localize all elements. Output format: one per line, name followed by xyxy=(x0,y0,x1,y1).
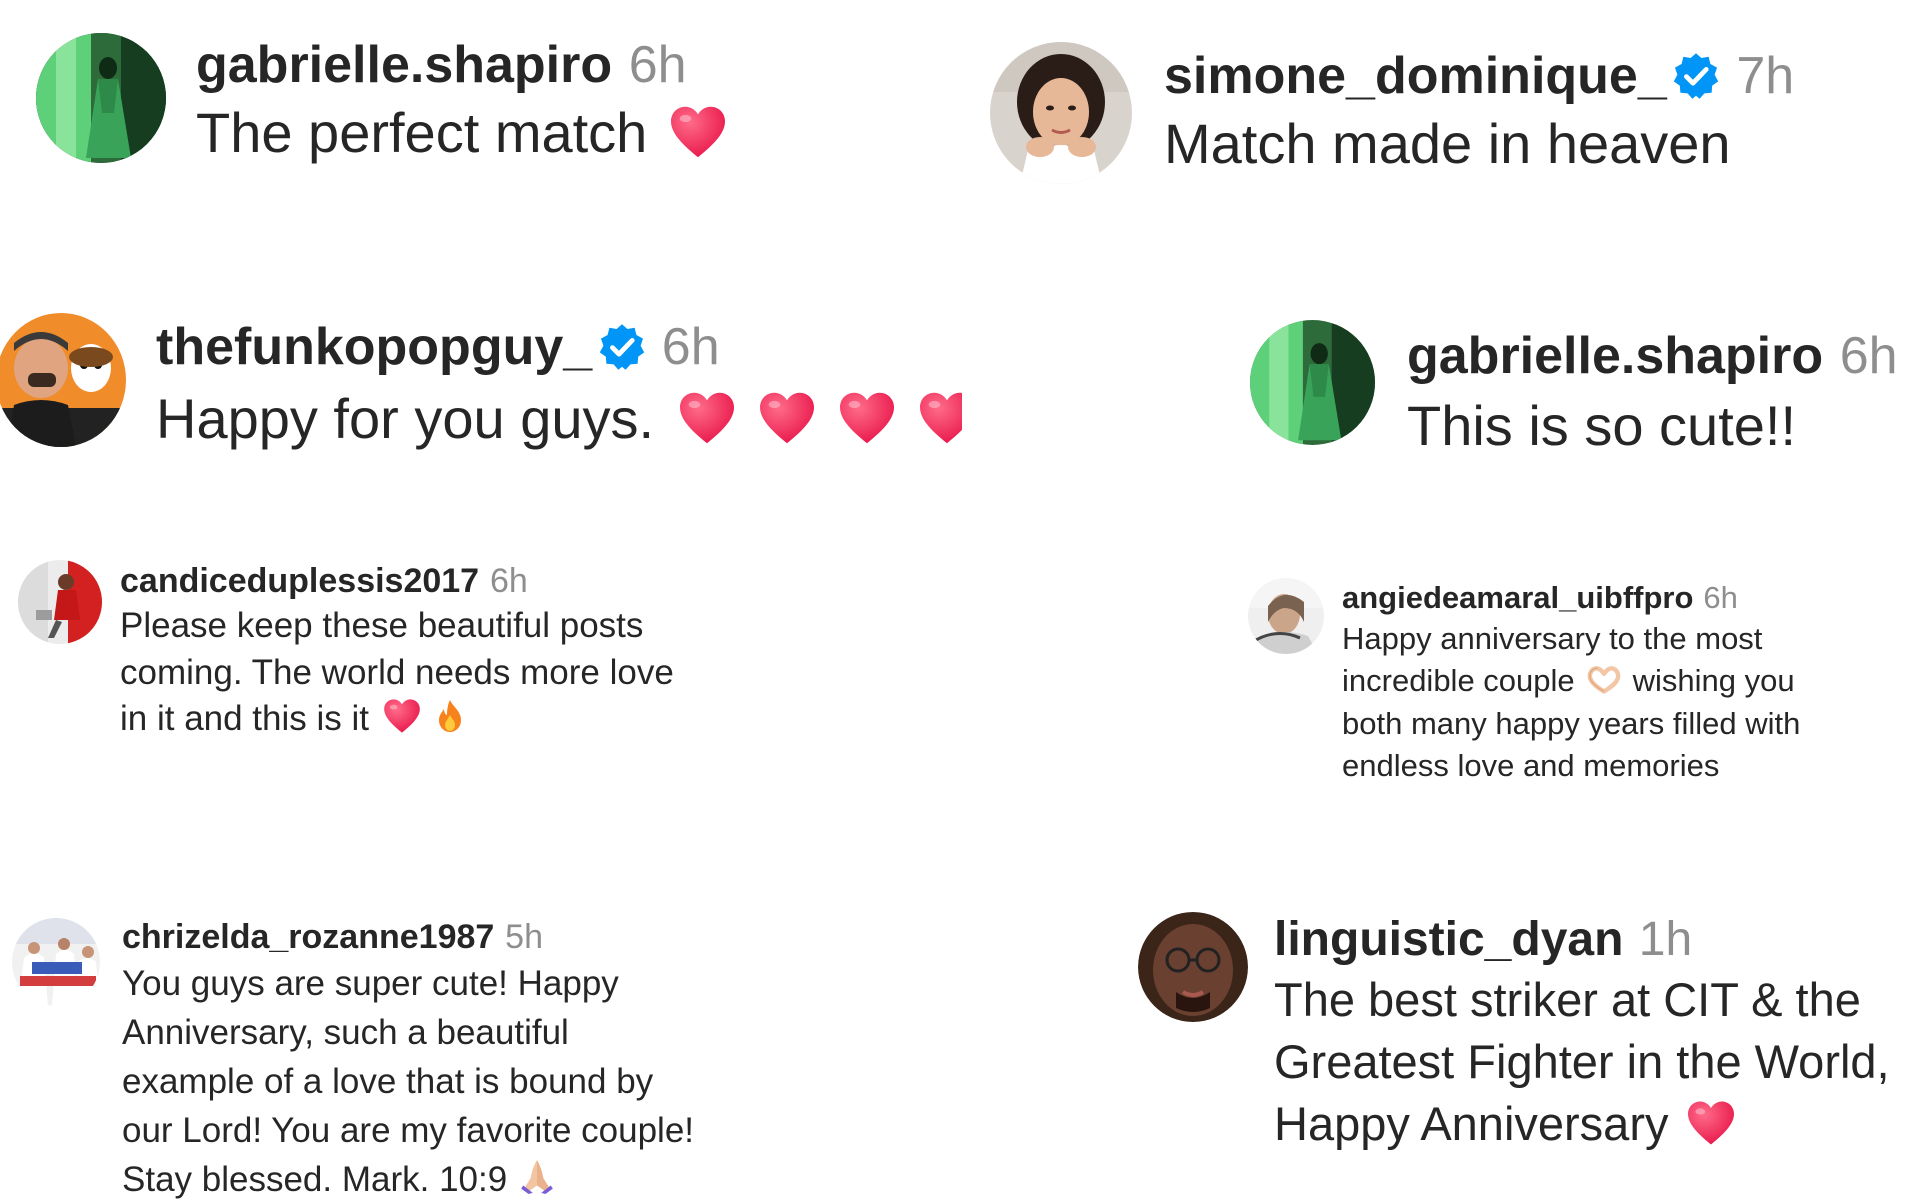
timestamp: 5h xyxy=(505,918,543,956)
heart-emoji xyxy=(758,391,816,445)
comment-text: Match made in heaven xyxy=(1164,112,1731,175)
username[interactable]: gabrielle.shapiro xyxy=(196,35,612,95)
avatar[interactable] xyxy=(1248,578,1324,654)
username[interactable]: angiedeamaral_uibffpro xyxy=(1342,580,1693,616)
heart-hands-emoji xyxy=(1585,665,1623,695)
comment-item: thefunkopopguy_ 6h Happy for you guys. xyxy=(0,313,962,451)
username[interactable]: linguistic_dyan xyxy=(1274,912,1623,967)
timestamp: 6h xyxy=(661,318,720,376)
avatar[interactable] xyxy=(1250,320,1375,445)
avatar-image xyxy=(1248,578,1324,654)
fire-emoji xyxy=(435,698,465,734)
comment-item: gabrielle.shapiro 6h The perfect match xyxy=(36,33,727,165)
comment-item: angiedeamaral_uibffpro 6h Happy annivers… xyxy=(1248,578,1868,788)
avatar[interactable] xyxy=(18,560,102,644)
avatar-image xyxy=(18,560,102,644)
username[interactable]: simone_dominique_ xyxy=(1164,46,1667,106)
comment-text: The best striker at CIT & the Greatest F… xyxy=(1274,973,1890,1151)
comment-item: simone_dominique_ 7h Match made in heave… xyxy=(990,42,1794,184)
avatar-image xyxy=(1138,912,1248,1022)
heart-emoji xyxy=(918,391,962,445)
heart-emoji xyxy=(669,105,727,159)
verified-badge-icon xyxy=(598,323,646,371)
username[interactable]: chrizelda_rozanne1987 xyxy=(122,918,494,957)
comment-item: candiceduplessis2017 6h Please keep thes… xyxy=(18,560,698,743)
avatar-image xyxy=(12,918,100,1006)
heart-emoji xyxy=(838,391,896,445)
timestamp: 6h xyxy=(1839,327,1898,385)
avatar[interactable] xyxy=(1138,912,1248,1022)
comment-text: You guys are super cute! Happy Anniversa… xyxy=(122,964,695,1199)
username[interactable]: candiceduplessis2017 xyxy=(120,562,479,601)
heart-emoji xyxy=(1686,1100,1736,1146)
timestamp: 6h xyxy=(628,36,687,94)
avatar-image xyxy=(990,42,1132,184)
avatar-image xyxy=(0,313,126,447)
avatar-image xyxy=(1250,320,1375,445)
comment-item: gabrielle.shapiro 6h This is so cute!! xyxy=(1250,320,1898,458)
heart-emoji xyxy=(383,698,421,734)
username[interactable]: gabrielle.shapiro xyxy=(1407,326,1823,386)
username[interactable]: thefunkopopguy_ xyxy=(156,317,592,377)
timestamp: 6h xyxy=(1703,580,1738,615)
avatar[interactable] xyxy=(0,313,126,447)
timestamp: 1h xyxy=(1638,913,1693,966)
comment-text: This is so cute!! xyxy=(1407,394,1797,457)
avatar[interactable] xyxy=(990,42,1132,184)
avatar[interactable] xyxy=(36,33,166,163)
praying-hands-emoji xyxy=(519,1157,555,1195)
heart-emoji xyxy=(678,391,736,445)
timestamp: 6h xyxy=(489,562,528,600)
timestamp: 7h xyxy=(1736,47,1795,105)
comment-item: chrizelda_rozanne1987 5h You guys are su… xyxy=(12,918,712,1204)
comment-text: The perfect match xyxy=(196,101,648,164)
avatar-image xyxy=(36,33,166,163)
comment-text: Happy for you guys. xyxy=(156,387,655,450)
avatar[interactable] xyxy=(12,918,100,1006)
comment-item: linguistic_dyan 1h The best striker at C… xyxy=(1138,912,1918,1155)
verified-badge-icon xyxy=(1672,52,1720,100)
